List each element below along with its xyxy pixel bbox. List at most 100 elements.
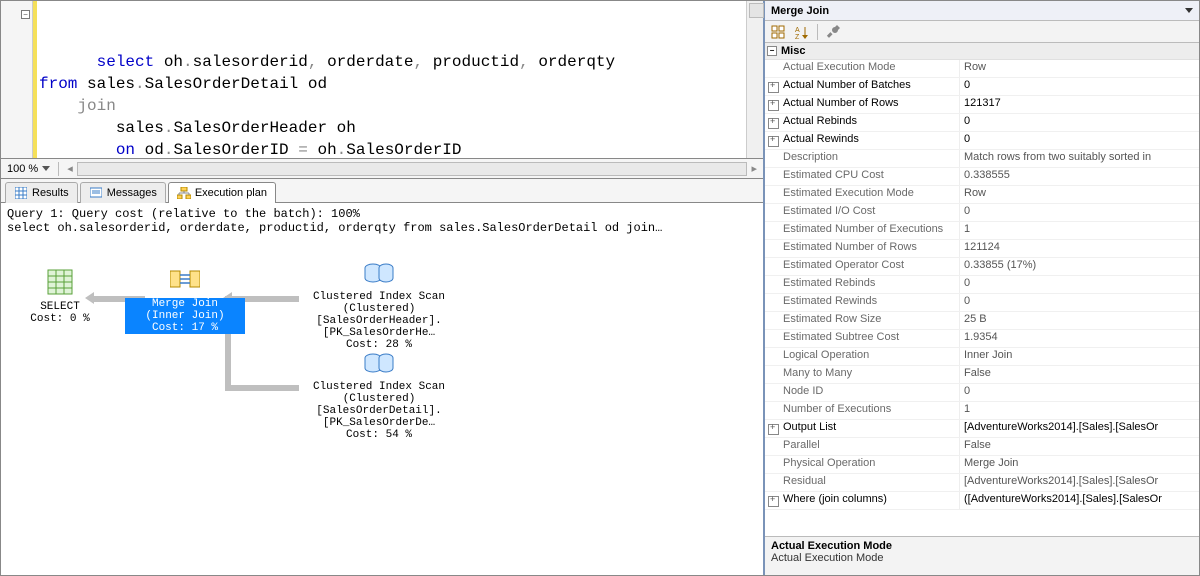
node-line1: Clustered Index Scan (Clustered) [279, 291, 479, 315]
node-title: Merge Join [125, 298, 245, 310]
sql-token: SalesOrderHeader oh [173, 119, 355, 137]
property-value: 0 [960, 276, 1199, 293]
sql-token: select [97, 53, 164, 71]
divider [817, 24, 818, 40]
property-row[interactable]: Estimated Rebinds0 [765, 276, 1199, 294]
property-name: Description [765, 150, 960, 167]
property-name: Estimated CPU Cost [765, 168, 960, 185]
property-value: 0.33855 (17%) [960, 258, 1199, 275]
query-cost-label: Query 1: Query cost (relative to the bat… [1, 203, 763, 221]
chevron-down-icon[interactable] [1185, 8, 1193, 13]
editor-vertical-scrollbar[interactable] [746, 1, 763, 158]
node-line2: [SalesOrderHeader].[PK_SalesOrderHe… [279, 315, 479, 339]
property-row[interactable]: Estimated Number of Rows121124 [765, 240, 1199, 258]
property-row[interactable]: Logical OperationInner Join [765, 348, 1199, 366]
property-value: Inner Join [960, 348, 1199, 365]
sort-az-icon[interactable]: AZ [793, 23, 811, 41]
node-cost: Cost: 0 % [15, 313, 105, 325]
sql-token: . [135, 75, 145, 93]
property-row[interactable]: DescriptionMatch rows from two suitably … [765, 150, 1199, 168]
property-row[interactable]: Where (join columns)([AdventureWorks2014… [765, 492, 1199, 510]
property-row[interactable]: Estimated Subtree Cost1.9354 [765, 330, 1199, 348]
property-value: 1 [960, 402, 1199, 419]
fold-toggle-icon[interactable]: − [21, 10, 30, 19]
property-value: Merge Join [960, 456, 1199, 473]
category-row[interactable]: − Misc [765, 43, 1199, 60]
property-row[interactable]: ParallelFalse [765, 438, 1199, 456]
sql-token: oh [317, 141, 336, 158]
index-scan-operator-icon [364, 353, 394, 375]
plan-node-scan-header[interactable]: Clustered Index Scan (Clustered) [SalesO… [279, 263, 479, 351]
nav-right-icon[interactable]: ▸ [751, 162, 757, 175]
execution-plan-icon [177, 186, 191, 200]
index-scan-operator-icon [364, 263, 394, 285]
categorize-icon[interactable] [769, 23, 787, 41]
property-row[interactable]: Estimated Execution ModeRow [765, 186, 1199, 204]
tab-messages[interactable]: Messages [80, 182, 166, 203]
plan-node-merge-join[interactable]: Merge Join (Inner Join) Cost: 17 % [125, 268, 245, 334]
property-row[interactable]: Estimated Operator Cost0.33855 (17%) [765, 258, 1199, 276]
property-row[interactable]: Output List[AdventureWorks2014].[Sales].… [765, 420, 1199, 438]
property-value: 121317 [960, 96, 1199, 113]
nav-left-icon[interactable]: ◂ [67, 162, 73, 175]
property-value: [AdventureWorks2014].[Sales].[SalesOr [960, 420, 1199, 437]
tab-label: Execution plan [195, 187, 267, 199]
property-row[interactable]: Physical OperationMerge Join [765, 456, 1199, 474]
sql-editor[interactable]: − select oh.salesorderid, orderdate, pro… [1, 1, 763, 159]
property-row[interactable]: Estimated CPU Cost0.338555 [765, 168, 1199, 186]
sql-token: SalesOrderID [346, 141, 461, 158]
node-cost: Cost: 54 % [279, 429, 479, 441]
property-row[interactable]: Actual Rebinds0 [765, 114, 1199, 132]
property-row[interactable]: Estimated Rewinds0 [765, 294, 1199, 312]
property-name: Estimated Number of Rows [765, 240, 960, 257]
zoom-dropdown-icon[interactable] [42, 166, 50, 171]
divider [58, 162, 59, 176]
property-row[interactable]: Actual Rewinds0 [765, 132, 1199, 150]
property-row[interactable]: Actual Number of Rows121317 [765, 96, 1199, 114]
property-row[interactable]: Estimated Number of Executions1 [765, 222, 1199, 240]
messages-icon [89, 186, 103, 200]
property-value: False [960, 366, 1199, 383]
sql-token: salesorderid [193, 53, 308, 71]
properties-panel: Merge Join AZ − Misc Actual Execution Mo… [765, 1, 1199, 575]
results-tabstrip: Results Messages Execution plan [1, 179, 763, 203]
editor-horizontal-scrollbar[interactable] [77, 162, 748, 176]
sql-text-area[interactable]: select oh.salesorderid, orderdate, produ… [33, 1, 746, 158]
zoom-level[interactable]: 100 % [7, 163, 38, 175]
property-row[interactable]: Estimated Row Size25 B [765, 312, 1199, 330]
tab-execution-plan[interactable]: Execution plan [168, 182, 276, 203]
sql-token: , [413, 53, 432, 71]
collapse-icon[interactable]: − [767, 46, 777, 56]
property-name: Estimated Subtree Cost [765, 330, 960, 347]
property-value: Match rows from two suitably sorted in [960, 150, 1199, 167]
property-row[interactable]: Number of Executions1 [765, 402, 1199, 420]
properties-grid[interactable]: − Misc Actual Execution ModeRowActual Nu… [765, 43, 1199, 537]
property-row[interactable]: Actual Number of Batches0 [765, 78, 1199, 96]
property-name: Node ID [765, 384, 960, 401]
properties-wrench-icon[interactable] [824, 23, 842, 41]
plan-canvas[interactable]: SELECT Cost: 0 % Merge Join (Inner Join)… [1, 241, 763, 541]
property-row[interactable]: Residual[AdventureWorks2014].[Sales].[Sa… [765, 474, 1199, 492]
plan-node-scan-detail[interactable]: Clustered Index Scan (Clustered) [SalesO… [279, 353, 479, 441]
zoom-toolbar: 100 % ◂ ▸ [1, 159, 763, 179]
node-cost: Cost: 17 % [125, 322, 245, 334]
sql-token: . [164, 141, 174, 158]
sql-token: sales [87, 75, 135, 93]
property-name: Estimated I/O Cost [765, 204, 960, 221]
tab-results[interactable]: Results [5, 182, 78, 203]
editor-gutter: − [1, 1, 33, 158]
property-row[interactable]: Actual Execution ModeRow [765, 60, 1199, 78]
sql-token: orderdate [327, 53, 413, 71]
plan-node-select[interactable]: SELECT Cost: 0 % [15, 269, 105, 325]
properties-title-bar[interactable]: Merge Join [765, 1, 1199, 21]
property-value: False [960, 438, 1199, 455]
property-name: Parallel [765, 438, 960, 455]
property-name: Where (join columns) [765, 492, 960, 509]
property-row[interactable]: Node ID0 [765, 384, 1199, 402]
query-sql-line[interactable]: select oh.salesorderid, orderdate, produ… [1, 221, 763, 241]
property-value: 0 [960, 384, 1199, 401]
property-row[interactable]: Estimated I/O Cost0 [765, 204, 1199, 222]
sql-token: , [519, 53, 538, 71]
property-row[interactable]: Many to ManyFalse [765, 366, 1199, 384]
property-value: 0.338555 [960, 168, 1199, 185]
